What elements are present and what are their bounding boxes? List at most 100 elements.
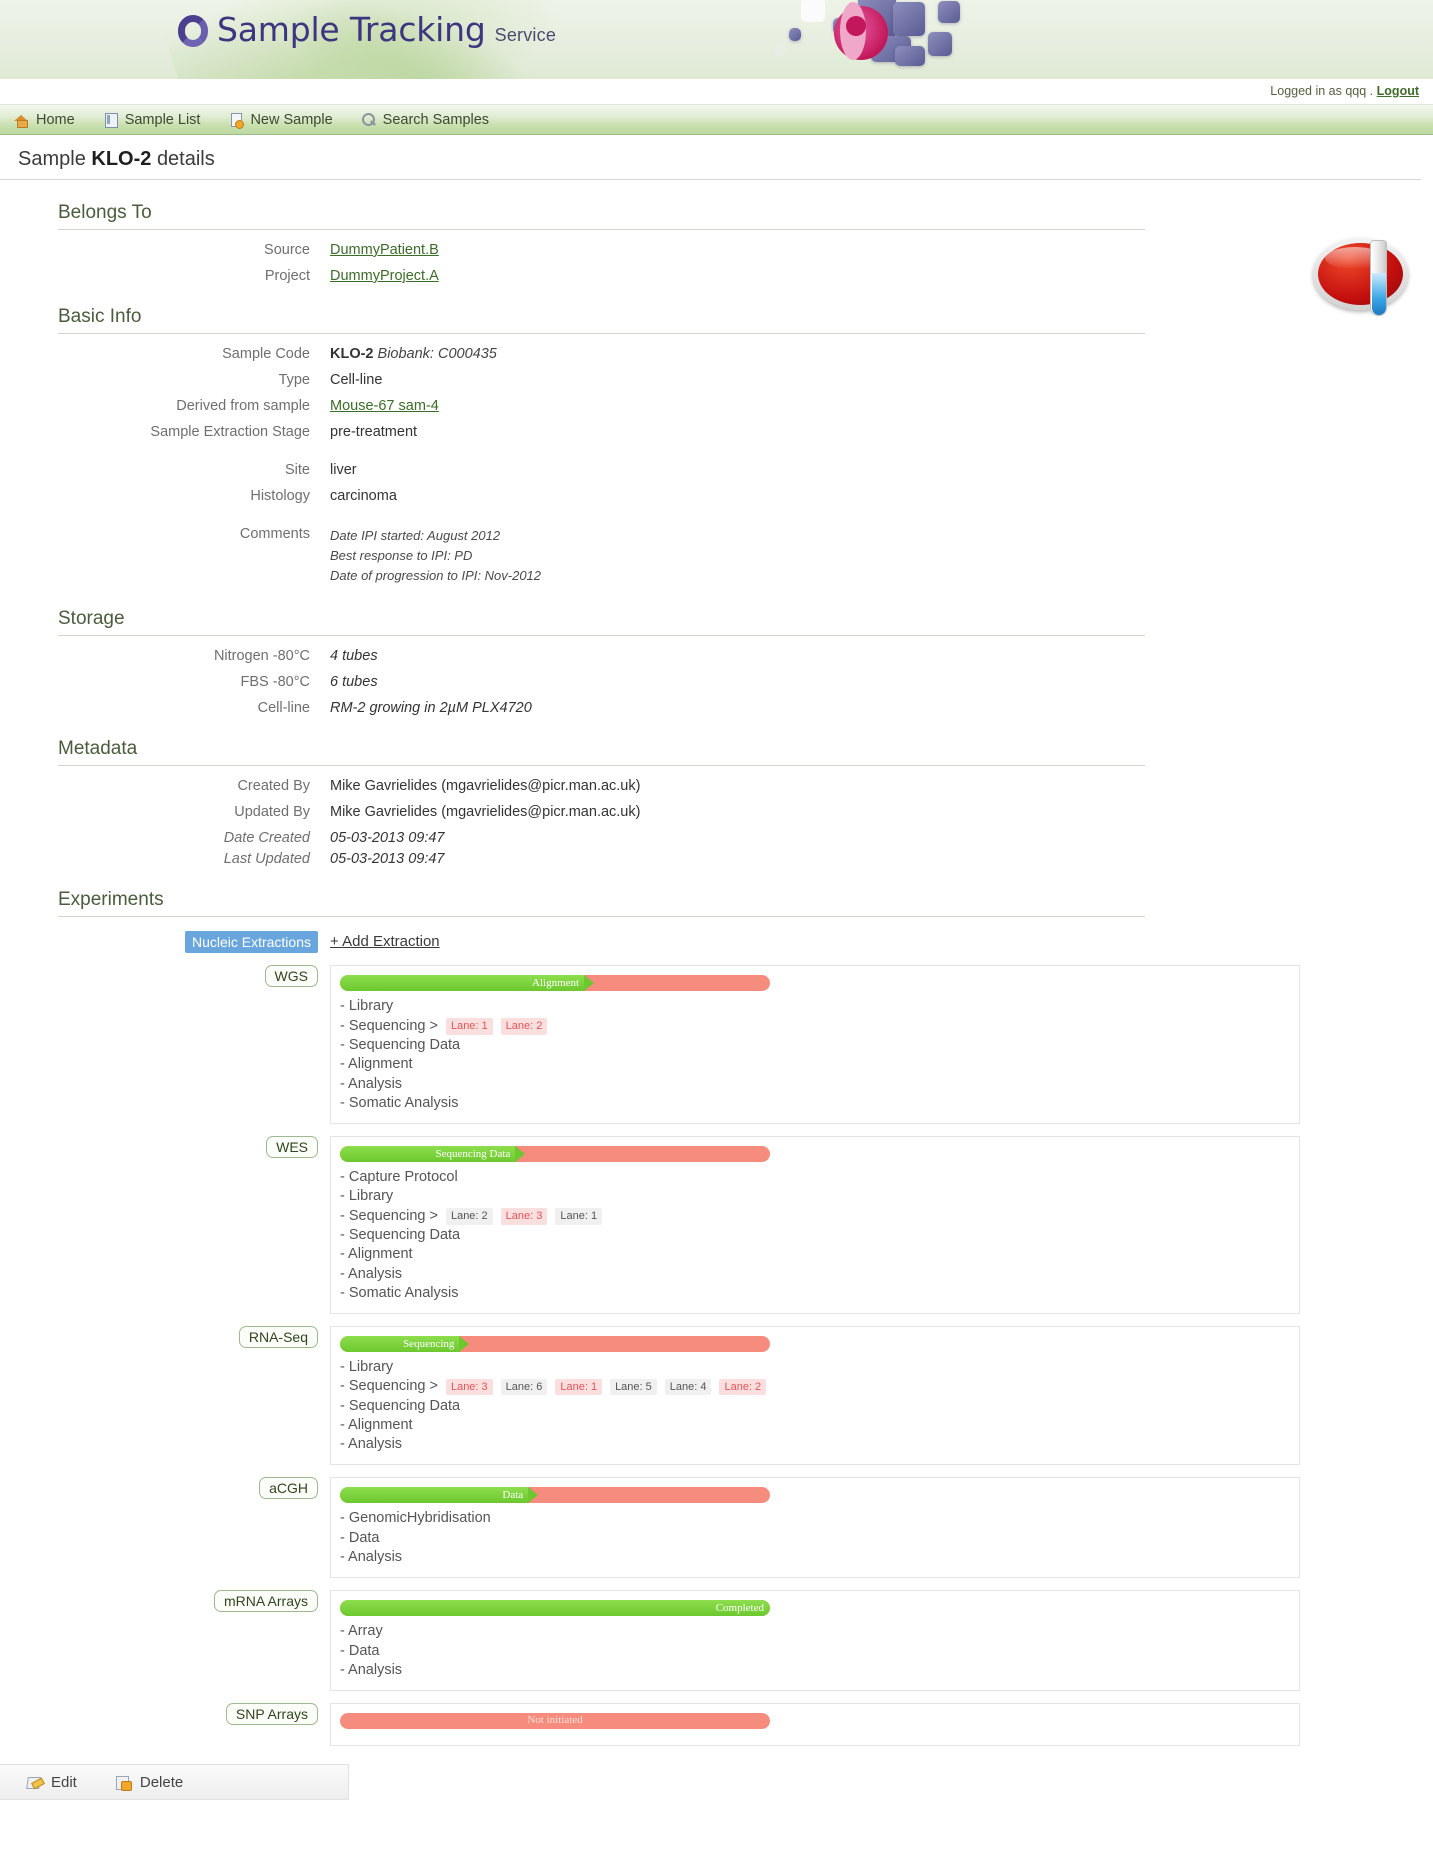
main-nav: Home Sample List New Sample Search Sampl… [0,105,1433,135]
lane-badge[interactable]: Lane: 4 [664,1378,712,1396]
experiment-card: Sequencing - Library - Sequencing > Lane: 3… [330,1326,1300,1466]
experiment-step[interactable]: - Alignment [340,1416,1299,1435]
project-link[interactable]: DummyProject.A [330,268,439,284]
experiment-step[interactable]: - Capture Protocol [340,1168,1299,1187]
experiment-step[interactable]: - Data [340,1529,1299,1548]
experiment-step[interactable]: - Alignment [340,1055,1299,1074]
edit-button[interactable]: Edit [26,1774,77,1791]
experiment-step[interactable]: - Somatic Analysis [340,1094,1299,1113]
experiment-row: WGS Alignment - Library - Sequencing > Lane:… [0,965,1433,1125]
experiment-tag[interactable]: WGS [264,965,318,988]
experiment-step[interactable]: - Library [340,1358,1299,1377]
field-row-type: Type Cell-line [0,372,1433,388]
source-link[interactable]: DummyPatient.B [330,242,439,258]
experiment-step[interactable]: - Library [340,1187,1299,1206]
lane-badge[interactable]: Lane: 2 [719,1378,767,1396]
experiment-step[interactable]: - Library [340,997,1299,1016]
brand-subtitle: Service [494,25,557,45]
experiment-step[interactable]: - Sequencing > Lane: 3 Lane: 6 Lane: 1 Lane:… [340,1377,1299,1396]
add-extraction-link[interactable]: + Add Extraction [330,931,440,950]
lane-badge[interactable]: Lane: 5 [610,1378,657,1396]
experiment-step[interactable]: - Alignment [340,1245,1299,1264]
experiment-tag[interactable]: SNP Arrays [225,1703,318,1726]
nav-item-search-samples[interactable]: Search Samples [361,112,489,128]
login-bar: Logged in as qqq . Logout [0,80,1433,105]
experiment-step-label: - Analysis [340,1075,403,1092]
lane-badge[interactable]: Lane: 1 [445,1018,493,1035]
experiment-step[interactable]: - Analysis [340,1075,1299,1094]
experiment-step[interactable]: - Array [340,1622,1299,1641]
field-value: 05-03-2013 09:47 [330,830,445,847]
progress-fill: Alignment [340,975,595,992]
experiment-tag[interactable]: aCGH [259,1477,318,1500]
field-value: 6 tubes [330,674,378,691]
experiment-step[interactable]: - Data [340,1642,1299,1661]
nucleic-extractions-tag[interactable]: Nucleic Extractions [184,931,318,954]
experiment-step[interactable]: - Sequencing > Lane: 2 Lane: 3 Lane: 1 [340,1207,1299,1226]
field-label: Source [264,242,310,258]
delete-icon [115,1774,132,1792]
experiment-step-label: - Library [340,1188,394,1205]
experiment-tag-cell: RNA-Seq [0,1326,330,1349]
experiment-step[interactable]: - Analysis [340,1661,1299,1680]
section-experiments: Experiments Nucleic Extractions + Add Ex… [0,889,1433,1747]
brand-logo[interactable]: Sample Tracking Service [178,9,556,49]
experiment-step[interactable]: - Analysis [340,1548,1299,1567]
derived-from-sample-link[interactable]: Mouse-67 sam-4 [330,398,439,414]
field-label: Project [264,268,310,284]
deco-block [928,32,952,56]
field-label: Last Updated [223,851,310,868]
experiment-step-label: - Data [340,1529,380,1546]
nav-item-sample-list[interactable]: Sample List [103,112,200,128]
nav-item-new-sample[interactable]: New Sample [228,112,333,129]
experiment-step-label: - Data [340,1642,380,1659]
lane-badge[interactable]: Lane: 3 [445,1378,493,1396]
experiment-step[interactable]: - GenomicHybridisation [340,1509,1299,1528]
masthead: Sample Tracking Service [0,0,1433,80]
experiment-card: Data - GenomicHybridisation - Data - Analys… [330,1477,1300,1579]
deco-block [789,28,801,41]
lane-badge[interactable]: Lane: 2 [500,1018,548,1035]
field-label: Nitrogen -80°C [213,648,310,665]
experiment-step[interactable]: - Analysis [340,1435,1299,1454]
field-row-cell-line: Cell-line RM-2 growing in 2µM PLX4720 [0,700,1433,716]
deco-block [938,1,960,23]
field-value: 05-03-2013 09:47 [330,851,445,868]
lane-badge[interactable]: Lane: 2 [445,1208,493,1225]
nav-item-home[interactable]: Home [14,112,75,128]
experiment-step-label: - Sequencing Data [340,1226,461,1243]
field-row-comments: Comments Date IPI started: August 2012 B… [0,526,1433,586]
field-value: RM-2 growing in 2µM PLX4720 [330,700,532,717]
sample-code-value: KLO-2 [330,346,374,362]
field-value: Mike Gavrielides (mgavrielides@picr.man.… [330,804,641,821]
comment-line: Best response to IPI: PD [330,548,473,564]
lane-badge[interactable]: Lane: 6 [500,1378,548,1396]
experiment-step[interactable]: - Sequencing Data [340,1397,1299,1416]
experiment-tag[interactable]: mRNA Arrays [213,1590,318,1613]
page-title-prefix: Sample [18,148,86,170]
lane-badge[interactable]: Lane: 1 [555,1378,603,1396]
experiment-card: Not initiated [330,1703,1300,1747]
experiment-step[interactable]: - Somatic Analysis [340,1284,1299,1303]
lane-badge[interactable]: Lane: 1 [555,1208,603,1225]
field-value: liver [330,462,357,478]
nav-label: Search Samples [382,111,490,128]
experiment-step[interactable]: - Sequencing Data [340,1226,1299,1245]
experiment-step[interactable]: - Sequencing > Lane: 1 Lane: 2 [340,1017,1299,1036]
delete-button[interactable]: Delete [115,1774,183,1792]
experiment-tag-cell: WES [0,1136,330,1159]
petri-dish-test-tube-icon [1313,238,1408,316]
lane-badge[interactable]: Lane: 3 [500,1208,548,1225]
experiment-step[interactable]: - Analysis [340,1265,1299,1284]
experiment-steps: - Library - Sequencing > Lane: 3 Lane: 6 Lan… [331,1358,1299,1454]
experiment-tag-cell: WGS [0,965,330,988]
experiment-progress-bar: Completed [340,1600,770,1617]
experiment-step[interactable]: - Sequencing Data [340,1036,1299,1055]
section-heading: Storage [58,608,1145,637]
section-heading: Experiments [58,889,1145,918]
login-status: Logged in as qqq . Logout [1270,84,1419,98]
logout-link[interactable]: Logout [1377,84,1419,98]
experiment-step-label: - GenomicHybridisation [340,1510,491,1527]
experiment-tag[interactable]: RNA-Seq [238,1326,318,1349]
experiment-tag[interactable]: WES [266,1136,318,1159]
